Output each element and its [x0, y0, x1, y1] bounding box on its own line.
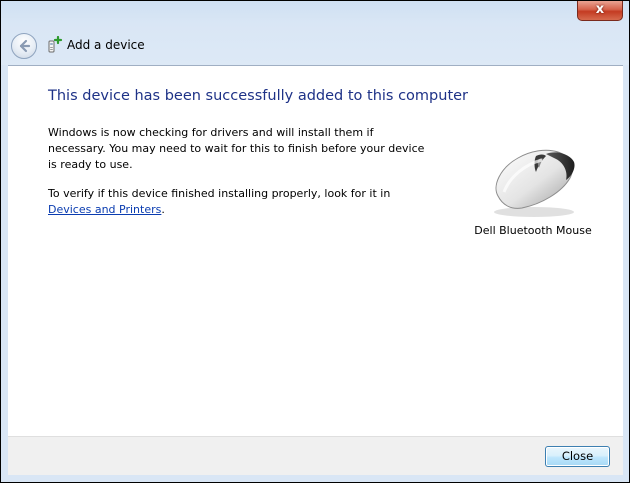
- add-device-window: x Add a device This device has been succ…: [0, 0, 630, 483]
- window-header: x Add a device: [1, 1, 629, 65]
- verify-message-tail: .: [161, 203, 165, 216]
- window-bottom-frame: [1, 475, 629, 482]
- close-button[interactable]: Close: [545, 446, 610, 467]
- add-device-icon: [48, 36, 63, 53]
- dialog-footer: Close: [8, 436, 623, 476]
- mouse-icon: [494, 149, 575, 217]
- driver-install-message: Windows is now checking for drivers and …: [48, 126, 425, 171]
- page-heading: This device has been successfully added …: [48, 88, 469, 104]
- verify-message-text: To verify if this device finished instal…: [48, 187, 391, 200]
- window-title: Add a device: [67, 38, 145, 52]
- back-button[interactable]: [11, 33, 37, 59]
- window-close-button[interactable]: x: [577, 1, 623, 21]
- main-content: This device has been successfully added …: [8, 65, 623, 436]
- devices-and-printers-link[interactable]: Devices and Printers: [48, 203, 161, 216]
- device-name: Dell Bluetooth Mouse: [474, 224, 592, 237]
- back-arrow-icon: [19, 39, 31, 53]
- verify-message: To verify if this device finished instal…: [48, 186, 428, 218]
